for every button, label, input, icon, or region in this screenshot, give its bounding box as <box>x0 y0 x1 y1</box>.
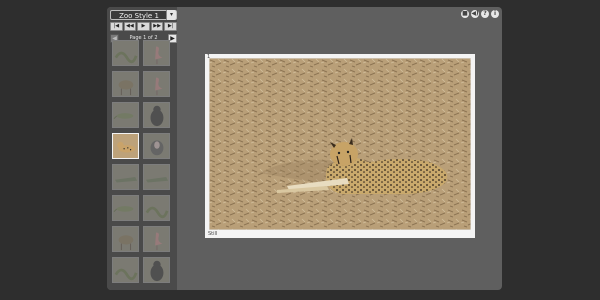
thumbnail-deer[interactable] <box>112 71 139 97</box>
thumbnail-baboon[interactable] <box>143 133 170 159</box>
flamingo-image <box>144 41 169 65</box>
chevron-down-icon[interactable]: ▾ <box>166 10 176 20</box>
lizard-image <box>113 103 138 127</box>
photo-frame: 1 Still <box>205 54 475 238</box>
main-photo[interactable] <box>209 58 471 230</box>
transport-controls: |◀ ◀◀ ▶ ▶▶ ▶| <box>110 22 177 31</box>
cheetah-image <box>113 134 138 158</box>
stop-icon[interactable]: ■ <box>461 10 469 18</box>
thumbnail-lizard[interactable] <box>112 195 139 221</box>
thumbnail-lizard[interactable] <box>112 102 139 128</box>
play-button[interactable]: ▶ <box>137 22 150 31</box>
thumbnail-gorilla[interactable] <box>143 102 170 128</box>
thumbnail-snake[interactable] <box>112 257 139 283</box>
deer-image <box>113 72 138 96</box>
thumbnail-flamingo[interactable] <box>143 226 170 252</box>
snake-image <box>113 41 138 65</box>
info-icon[interactable]: i <box>491 10 499 18</box>
lizard-image <box>113 196 138 220</box>
snake-image <box>144 196 169 220</box>
cheetah-photo <box>209 58 471 230</box>
baboon-image <box>144 134 169 158</box>
thumbnail-snake[interactable] <box>143 195 170 221</box>
thumbnail-flamingo[interactable] <box>143 40 170 66</box>
thumbnail-snake[interactable] <box>112 40 139 66</box>
sound-icon[interactable]: ◀) <box>471 10 479 18</box>
last-button[interactable]: ▶| <box>164 22 177 31</box>
snake-image <box>113 258 138 282</box>
thumbnail-gorilla[interactable] <box>143 257 170 283</box>
flamingo-image <box>144 227 169 251</box>
thumbnail-deer[interactable] <box>112 226 139 252</box>
gorilla-image <box>144 103 169 127</box>
flamingo-image <box>144 72 169 96</box>
thumbnail-crocodile[interactable] <box>143 164 170 190</box>
help-icon[interactable]: ? <box>481 10 489 18</box>
next-button[interactable]: ▶▶ <box>150 22 164 31</box>
style-dropdown-value: Zoo Style 1 <box>119 12 159 20</box>
thumbnail-cheetah[interactable] <box>112 133 139 159</box>
thumbnail-flamingo[interactable] <box>143 71 170 97</box>
crocodile-image <box>113 165 138 189</box>
prev-button[interactable]: ◀◀ <box>123 22 137 31</box>
deer-image <box>113 227 138 251</box>
top-toolbar: ■ ◀) ? i <box>461 10 499 18</box>
photo-caption: Still <box>208 231 218 237</box>
thumbnail-sidebar: Zoo Style 1 ▾ |◀ ◀◀ ▶ ▶▶ ▶| ◀ Page 1 of … <box>107 7 177 290</box>
slideshow-window: Zoo Style 1 ▾ |◀ ◀◀ ▶ ▶▶ ▶| ◀ Page 1 of … <box>107 7 502 290</box>
thumbnail-crocodile[interactable] <box>112 164 139 190</box>
gorilla-image <box>144 258 169 282</box>
first-button[interactable]: |◀ <box>110 22 123 31</box>
crocodile-image <box>144 165 169 189</box>
style-dropdown[interactable]: Zoo Style 1 ▾ <box>110 10 177 20</box>
